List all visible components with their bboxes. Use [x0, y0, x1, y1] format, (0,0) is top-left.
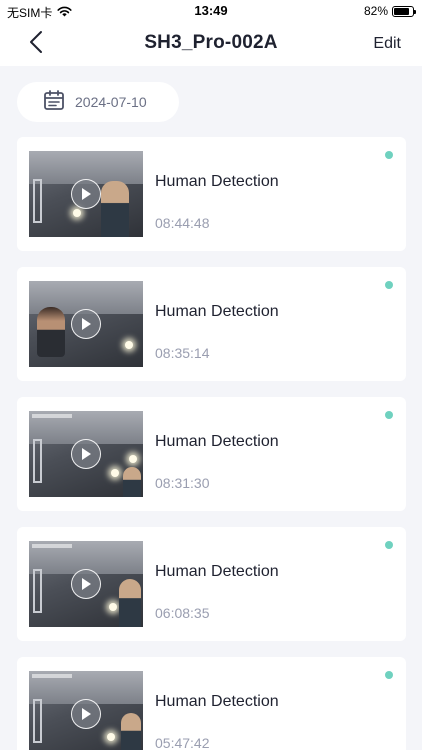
event-time: 05:47:42 — [155, 735, 210, 750]
event-card[interactable]: Human Detection 08:31:30 — [17, 397, 406, 511]
event-thumbnail[interactable] — [29, 671, 143, 750]
battery-icon — [392, 5, 416, 17]
play-icon[interactable] — [71, 179, 101, 209]
event-time: 08:44:48 — [155, 215, 210, 231]
play-icon[interactable] — [71, 569, 101, 599]
screen: 无SIM卡 13:49 82% SH3_Pro-002A Edit 2024-0… — [0, 0, 422, 750]
event-title: Human Detection — [155, 563, 279, 580]
edit-button[interactable]: Edit — [373, 35, 401, 53]
event-thumbnail[interactable] — [29, 281, 143, 367]
event-title: Human Detection — [155, 693, 279, 710]
status-time: 13:49 — [194, 3, 228, 18]
calendar-icon — [43, 89, 65, 116]
date-filter-button[interactable]: 2024-07-10 — [17, 82, 179, 122]
event-time: 06:08:35 — [155, 605, 210, 621]
nav-bar: SH3_Pro-002A Edit — [0, 22, 422, 66]
play-icon[interactable] — [71, 439, 101, 469]
event-title: Human Detection — [155, 303, 279, 320]
event-title: Human Detection — [155, 173, 279, 190]
unread-dot-icon — [385, 411, 393, 419]
unread-dot-icon — [385, 541, 393, 549]
page-title: SH3_Pro-002A — [144, 32, 278, 53]
unread-dot-icon — [385, 151, 393, 159]
event-list: Human Detection 08:44:48 Human Detection… — [17, 137, 406, 750]
date-filter-label: 2024-07-10 — [75, 94, 147, 110]
event-thumbnail[interactable] — [29, 541, 143, 627]
battery-percent: 82% — [363, 4, 388, 18]
event-card[interactable]: Human Detection 06:08:35 — [17, 527, 406, 641]
status-bar: 无SIM卡 13:49 82% — [0, 0, 422, 22]
event-thumbnail[interactable] — [29, 151, 143, 237]
event-card[interactable]: Human Detection 08:35:14 — [17, 267, 406, 381]
event-thumbnail[interactable] — [29, 411, 143, 497]
event-title: Human Detection — [155, 433, 279, 450]
status-right: 82% — [363, 4, 416, 18]
event-time: 08:35:14 — [155, 345, 210, 361]
event-card[interactable]: Human Detection 05:47:42 — [17, 657, 406, 750]
play-icon[interactable] — [71, 309, 101, 339]
play-icon[interactable] — [71, 699, 101, 729]
event-card[interactable]: Human Detection 08:44:48 — [17, 137, 406, 251]
unread-dot-icon — [385, 671, 393, 679]
event-time: 08:31:30 — [155, 475, 210, 491]
unread-dot-icon — [385, 281, 393, 289]
